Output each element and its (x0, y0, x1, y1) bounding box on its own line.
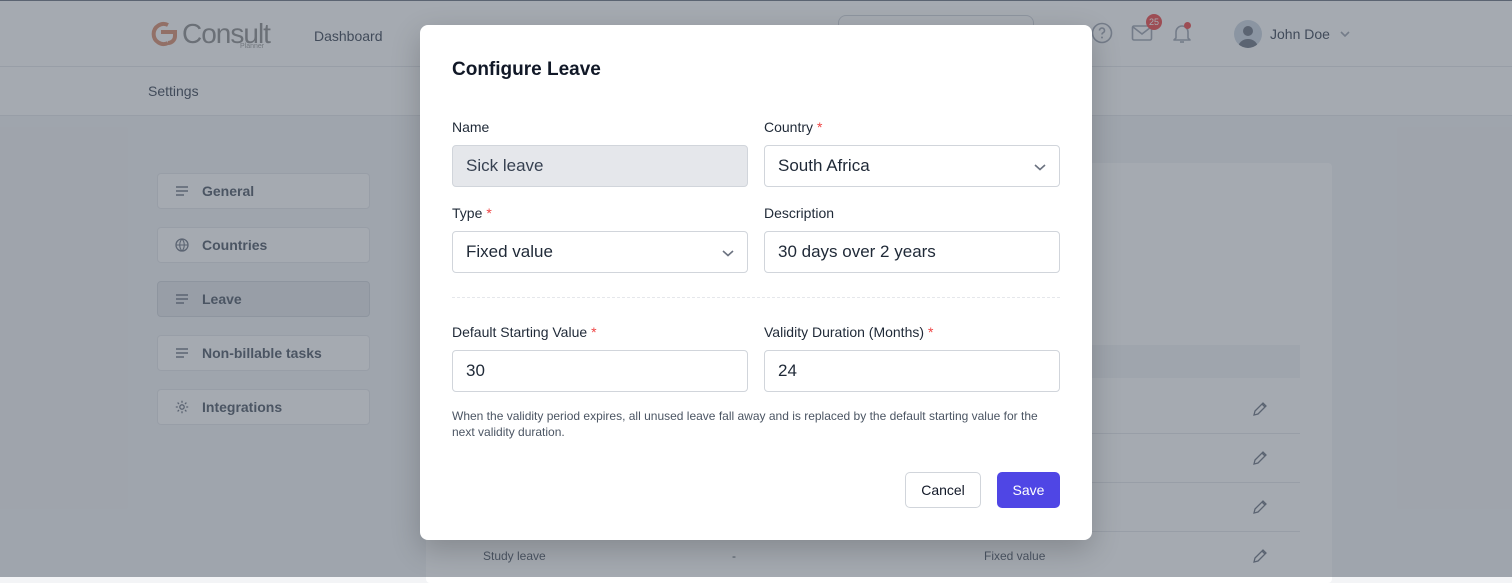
country-value: South Africa (778, 156, 870, 175)
name-field: Sick leave (452, 145, 748, 187)
name-label: Name (452, 119, 489, 135)
description-input[interactable]: 30 days over 2 years (764, 231, 1060, 273)
name-value: Sick leave (466, 156, 544, 175)
name-label-text: Name (452, 119, 490, 135)
chevron-down-icon (722, 250, 734, 257)
default-value: 30 (466, 361, 485, 380)
validity-duration-label: Validity Duration (Months) * (764, 324, 933, 340)
type-label-text: Type (452, 205, 483, 221)
chevron-down-icon (1034, 164, 1046, 171)
cancel-button[interactable]: Cancel (905, 472, 981, 508)
default-starting-value-input[interactable]: 30 (452, 350, 748, 392)
country-label: Country * (764, 119, 822, 135)
type-value: Fixed value (466, 242, 553, 261)
section-divider (452, 297, 1060, 298)
description-label-text: Description (764, 205, 835, 221)
helper-text: When the validity period expires, all un… (452, 409, 1038, 439)
validity-label-text: Validity Duration (Months) (764, 324, 925, 340)
type-label: Type * (452, 205, 492, 221)
validity-duration-input[interactable]: 24 (764, 350, 1060, 392)
country-select[interactable]: South Africa (764, 145, 1060, 187)
type-select[interactable]: Fixed value (452, 231, 748, 273)
required-marker: * (486, 205, 492, 221)
country-label-text: Country (764, 119, 814, 135)
required-marker: * (591, 324, 597, 340)
default-label-text: Default Starting Value (452, 324, 588, 340)
required-marker: * (817, 119, 823, 135)
description-value: 30 days over 2 years (778, 242, 936, 261)
modal-title: Configure Leave (452, 59, 601, 80)
required-marker: * (928, 324, 934, 340)
configure-leave-modal: Configure Leave Name Sick leave Country *… (420, 25, 1092, 540)
save-button[interactable]: Save (997, 472, 1060, 508)
validity-value: 24 (778, 361, 797, 380)
description-label: Description (764, 205, 834, 221)
default-starting-value-label: Default Starting Value * (452, 324, 597, 340)
